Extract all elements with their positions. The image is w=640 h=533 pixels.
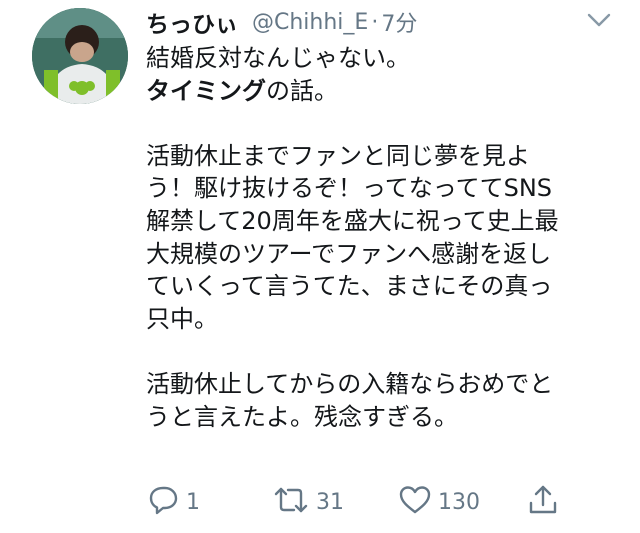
chevron-down-icon[interactable] [584, 8, 614, 32]
tweet-line: 解禁して20周年を盛大に祝って史上最 [146, 206, 559, 235]
tweet[interactable]: ちっひぃ @Chihhi_E · 7分 結婚反対なんじゃない。 タイミングの話。… [0, 0, 640, 533]
display-name[interactable]: ちっひぃ [146, 5, 238, 39]
retweet-icon [272, 483, 310, 521]
share-icon [526, 483, 560, 521]
tweet-line: 活動休止までファンと同じ夢を見よ [146, 141, 530, 170]
retweet-button[interactable]: 31 [272, 482, 344, 522]
tweet-line: うと言えたよ。残念すぎる。 [146, 402, 458, 431]
tweet-line: う！駆け抜けるぞ！ってなっててSNS [146, 174, 553, 203]
user-handle[interactable]: @Chihhi_E [252, 10, 368, 35]
reply-button[interactable]: 1 [146, 482, 200, 522]
tweet-text: 結婚反対なんじゃない。 タイミングの話。 活動休止までファンと同じ夢を見よ う！… [146, 42, 626, 433]
tweet-line: 只中。 [146, 304, 218, 333]
reply-icon [146, 483, 180, 521]
avatar[interactable] [32, 8, 128, 104]
tweet-line: 活動休止してからの入籍ならおめでと [146, 369, 554, 398]
tweet-line: 結婚反対なんじゃない。 [146, 44, 410, 72]
tweet-line: ていくって言うてた、まさにその真っ [146, 272, 553, 301]
separator: · [371, 9, 379, 35]
reply-count: 1 [186, 489, 200, 515]
like-button[interactable]: 130 [398, 482, 480, 522]
tweet-line: 大規模のツアーでファンへ感謝を返し [146, 239, 552, 268]
retweet-count: 31 [316, 489, 344, 515]
action-bar: 1 31 130 [146, 482, 626, 522]
tweet-line: タイミングの話。 [146, 76, 338, 105]
tweet-header: ちっひぃ @Chihhi_E · 7分 [146, 5, 417, 39]
timestamp[interactable]: 7分 [381, 6, 417, 38]
like-count: 130 [438, 489, 480, 515]
heart-icon [398, 483, 432, 521]
share-button[interactable] [526, 482, 560, 522]
